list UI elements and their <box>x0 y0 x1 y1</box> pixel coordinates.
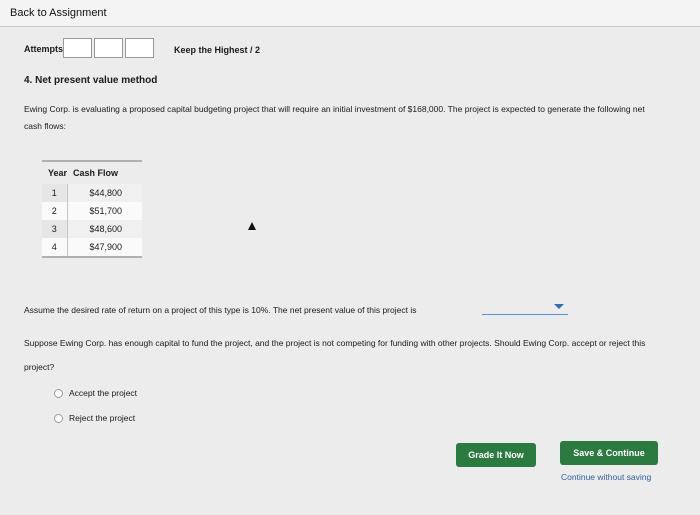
cash-flow-table: Year Cash Flow 1 $44,800 2 $51,700 3 $48… <box>42 160 142 258</box>
grade-it-now-button[interactable]: Grade It Now <box>456 443 536 467</box>
decision-question-text: Suppose Ewing Corp. has enough capital t… <box>24 338 646 372</box>
table-row: 3 $48,600 <box>42 220 142 238</box>
table-header-row: Year Cash Flow <box>42 161 142 184</box>
back-to-assignment-link[interactable]: Back to Assignment <box>10 7 107 19</box>
accept-option-label: Accept the project <box>69 388 138 398</box>
attempt-box <box>63 38 92 58</box>
radio-button-icon[interactable] <box>54 388 63 398</box>
cash-flow-header: Cash Flow <box>73 168 119 178</box>
attempt-box <box>125 38 154 58</box>
table-row: 1 $44,800 <box>42 184 142 202</box>
cash-flow-cell: $51,700 <box>67 202 142 220</box>
year-cell: 2 <box>42 202 68 220</box>
cash-flow-cell: $47,900 <box>67 238 142 257</box>
save-and-continue-button[interactable]: Save & Continue <box>560 441 658 465</box>
keep-highest-label: Keep the Highest / 2 <box>174 45 261 55</box>
npv-question-text: Assume the desired rate of return on a p… <box>24 305 417 315</box>
radio-button-icon[interactable] <box>54 413 63 423</box>
continue-without-saving-link[interactable]: Continue without saving <box>561 472 651 482</box>
accept-option[interactable]: Accept the project <box>54 388 137 398</box>
attempt-box <box>94 38 123 58</box>
attempts-label: Attempts <box>24 44 64 54</box>
question-title: 4. Net present value method <box>24 75 158 86</box>
cash-flow-cell: $44,800 <box>67 184 142 202</box>
table-row: 2 $51,700 <box>42 202 142 220</box>
reject-option-label: Reject the project <box>69 413 136 423</box>
reject-option[interactable]: Reject the project <box>54 413 135 423</box>
mouse-cursor-icon <box>248 222 256 230</box>
attempt-boxes <box>63 38 156 58</box>
table-row: 4 $47,900 <box>42 238 142 257</box>
year-cell: 4 <box>42 238 68 257</box>
question-intro: Ewing Corp. is evaluating a proposed cap… <box>24 104 645 131</box>
year-cell: 3 <box>42 220 68 238</box>
year-header: Year <box>48 168 68 178</box>
top-bar: Back to Assignment <box>0 0 700 27</box>
year-cell: 1 <box>42 184 68 202</box>
chevron-down-icon <box>554 304 564 309</box>
cash-flow-cell: $48,600 <box>67 220 142 238</box>
npv-dropdown[interactable] <box>482 302 568 315</box>
